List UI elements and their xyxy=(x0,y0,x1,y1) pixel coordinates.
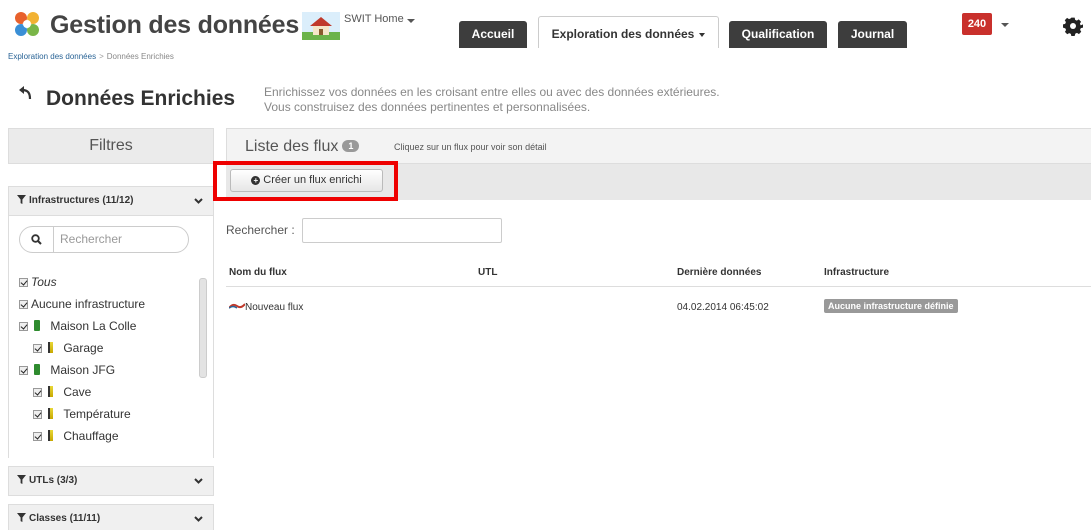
column-header-name[interactable]: Nom du flux xyxy=(229,267,287,278)
filter-section-utls[interactable]: UTLs (3/3) xyxy=(8,466,214,496)
room-icon xyxy=(48,430,54,441)
column-header-last-data[interactable]: Dernière données xyxy=(677,267,761,278)
tree-item-garage[interactable]: Garage xyxy=(33,340,103,356)
tree-item-temperature[interactable]: Température xyxy=(33,406,131,422)
checkbox[interactable] xyxy=(33,410,42,419)
tab-accueil[interactable]: Accueil xyxy=(459,21,527,48)
search-icon xyxy=(31,234,42,245)
table-row[interactable]: Nouveau flux xyxy=(229,302,303,313)
chevron-down-icon xyxy=(699,32,706,37)
tree-item-maison-la-colle[interactable]: Maison La Colle xyxy=(19,318,136,334)
page-description-line: Enrichissez vos données en les croisant … xyxy=(264,85,720,99)
top-bar: Gestion des données SWIT Home Accueil Ex… xyxy=(0,0,1091,48)
list-hint: Cliquez sur un flux pour voir son détail xyxy=(394,142,547,152)
chevron-down-icon[interactable] xyxy=(1001,23,1009,27)
chevron-down-icon[interactable] xyxy=(407,19,415,23)
tab-exploration[interactable]: Exploration des données xyxy=(538,16,719,48)
page-header: Données Enrichies Enrichissez vos donnée… xyxy=(0,68,1091,128)
house-icon xyxy=(34,364,41,375)
infrastructure-badge: Aucune infrastructure définie xyxy=(824,299,958,313)
checkbox[interactable] xyxy=(33,432,42,441)
checkbox[interactable] xyxy=(19,278,28,287)
home-selector-label[interactable]: SWIT Home xyxy=(344,13,404,25)
filter-search xyxy=(19,226,189,253)
tree-item-label: Aucune infrastructure xyxy=(31,297,146,311)
funnel-icon xyxy=(17,513,26,522)
filter-section-classes[interactable]: Classes (11/11) xyxy=(8,504,214,530)
tree-item-label: Température xyxy=(63,407,131,421)
checkbox[interactable] xyxy=(33,344,42,353)
funnel-icon xyxy=(17,195,26,204)
tab-exploration-label: Exploration des données xyxy=(551,27,695,41)
filter-section-label: Classes (11/11) xyxy=(29,513,101,524)
tree-item-label: Tous xyxy=(31,275,57,289)
filter-search-input[interactable] xyxy=(60,232,180,246)
flux-name[interactable]: Nouveau flux xyxy=(245,302,303,313)
count-badge: 1 xyxy=(342,140,360,152)
flux-last-data: 04.02.2014 06:45:02 xyxy=(677,302,769,313)
breadcrumb-separator: > xyxy=(99,52,104,61)
home-icon[interactable] xyxy=(302,12,340,40)
plus-circle-icon: + xyxy=(251,176,261,185)
room-icon xyxy=(48,342,54,353)
gear-icon[interactable] xyxy=(1063,16,1083,36)
tree-item-all[interactable]: Tous xyxy=(19,274,57,290)
funnel-icon xyxy=(17,475,26,484)
app-title[interactable]: Gestion des données xyxy=(50,11,299,40)
tree-item-no-infra[interactable]: Aucune infrastructure xyxy=(19,296,145,312)
chevron-down-icon xyxy=(194,478,203,484)
column-header-infrastructure[interactable]: Infrastructure xyxy=(824,267,889,278)
house-icon xyxy=(34,320,41,331)
infrastructures-panel: Tous Aucune infrastructure Maison La Col… xyxy=(8,216,214,458)
filter-section-label: UTLs (3/3) xyxy=(29,475,78,486)
tab-journal[interactable]: Journal xyxy=(838,21,907,48)
tree-item-cave[interactable]: Cave xyxy=(33,384,91,400)
tree-item-label: Cave xyxy=(63,385,92,399)
tree-item-label: Maison La Colle xyxy=(50,319,137,333)
column-header-utl[interactable]: UTL xyxy=(478,267,497,278)
filters-title: Filtres xyxy=(8,128,214,164)
tab-qualification[interactable]: Qualification xyxy=(729,21,827,48)
page-description-line: Vous construisez des données pertinentes… xyxy=(264,100,591,114)
tree-item-chauffage[interactable]: Chauffage xyxy=(33,428,119,444)
create-flux-button[interactable]: + Créer un flux enrichi xyxy=(230,169,383,192)
list-title: Liste des flux 1 xyxy=(245,138,360,156)
app-logo-icon xyxy=(15,12,39,36)
create-flux-label: Créer un flux enrichi xyxy=(263,174,362,186)
list-header: Liste des flux 1 Cliquez sur un flux pour… xyxy=(226,128,1091,164)
chevron-down-icon xyxy=(194,516,203,522)
divider xyxy=(226,286,1091,287)
page-title: Données Enrichies xyxy=(46,87,236,110)
breadcrumb: Exploration des données > Données Enrichie… xyxy=(8,52,174,61)
tree-item-maison-jfg[interactable]: Maison JFG xyxy=(19,362,115,378)
flux-list-panel: Liste des flux 1 Cliquez sur un flux pour… xyxy=(213,128,1091,530)
chevron-down-icon xyxy=(194,198,203,204)
scrollbar[interactable] xyxy=(199,278,207,378)
checkbox[interactable] xyxy=(33,388,42,397)
page-description: Enrichissez vos données en les croisant … xyxy=(264,85,720,115)
list-toolbar: + Créer un flux enrichi xyxy=(213,161,1091,201)
notification-badge[interactable]: 240 xyxy=(962,13,992,35)
flux-icon xyxy=(229,303,245,309)
room-icon xyxy=(48,386,54,397)
search-button[interactable] xyxy=(20,227,54,252)
filter-section-label: Infrastructures (11/12) xyxy=(29,195,134,206)
breadcrumb-link[interactable]: Exploration des données xyxy=(8,52,96,61)
room-icon xyxy=(48,408,54,419)
table-search-input[interactable] xyxy=(302,218,502,243)
back-arrow-icon[interactable] xyxy=(17,85,35,103)
checkbox[interactable] xyxy=(19,366,28,375)
list-title-label: Liste des flux xyxy=(245,138,339,155)
table-search-label: Rechercher : xyxy=(226,223,295,237)
tree-item-label: Chauffage xyxy=(63,429,119,443)
tree-item-label: Maison JFG xyxy=(50,363,116,377)
breadcrumb-current: Données Enrichies xyxy=(106,52,174,61)
filter-section-infrastructures[interactable]: Infrastructures (11/12) xyxy=(8,186,214,216)
tree-item-label: Garage xyxy=(63,341,104,355)
checkbox[interactable] xyxy=(19,322,28,331)
filters-sidebar: Filtres Infrastructures (11/12) Tous Auc… xyxy=(8,128,214,530)
checkbox[interactable] xyxy=(19,300,28,309)
